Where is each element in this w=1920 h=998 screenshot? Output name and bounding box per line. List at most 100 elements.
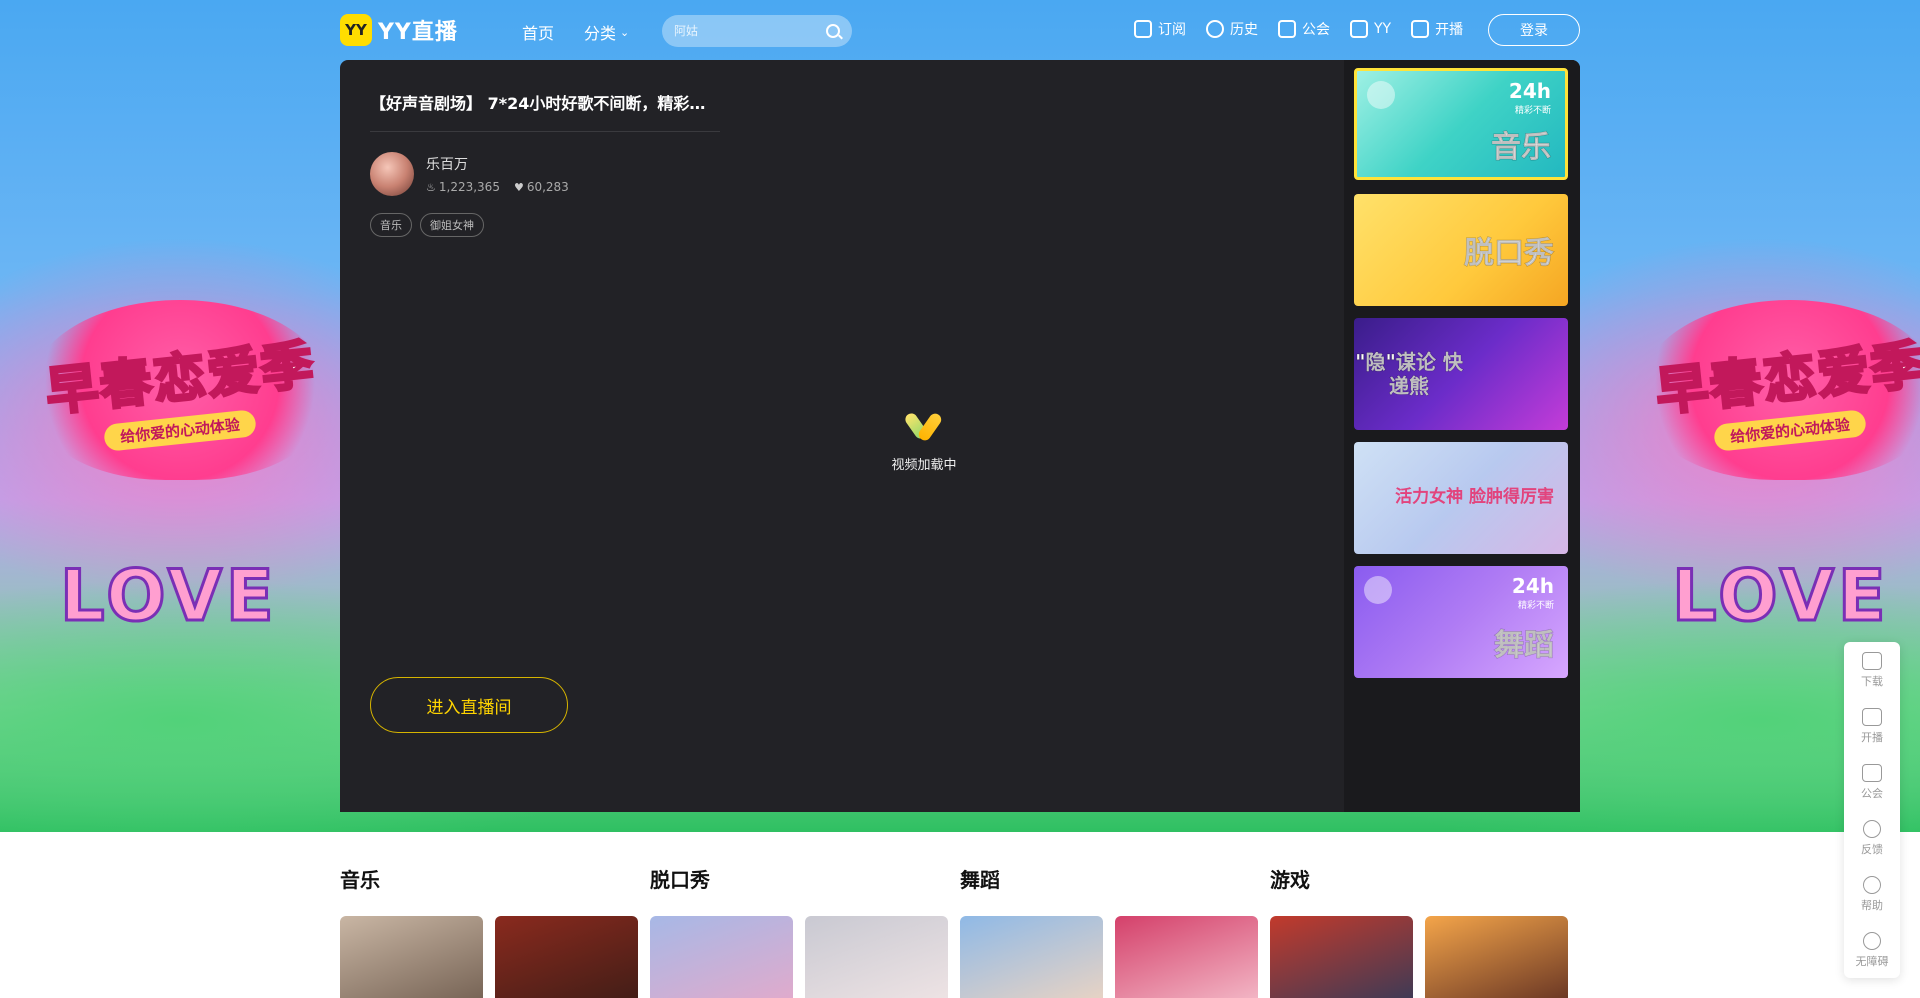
nav-home[interactable]: 首页 — [522, 20, 554, 44]
tag[interactable]: 御姐女神 — [420, 213, 484, 237]
menu-label: 订阅 — [1158, 22, 1186, 38]
thumb-label: 音乐 — [1491, 130, 1552, 166]
accessibility-icon — [1863, 932, 1881, 950]
feedback-icon — [1863, 820, 1881, 838]
player-main[interactable]: 【好声音剧场】 7*24小时好歌不间断，精彩不... 乐百万 ♨ 1,223,3… — [340, 60, 1344, 812]
category-title[interactable]: 音乐 — [340, 864, 650, 904]
menu-go-live[interactable]: 开播 — [1411, 19, 1463, 39]
menu-subscribe[interactable]: 订阅 — [1134, 19, 1186, 39]
yy-icon — [1350, 20, 1368, 38]
clock-icon — [1206, 20, 1224, 38]
enter-room-button[interactable]: 进入直播间 — [370, 677, 568, 733]
float-accessibility[interactable]: 无障碍 — [1856, 932, 1889, 978]
thumb-badge-icon — [1367, 81, 1395, 109]
float-download[interactable]: 下载 — [1861, 652, 1883, 698]
float-guild[interactable]: 公会 — [1861, 764, 1883, 810]
heat-stat: ♨ 1,223,365 — [426, 180, 500, 194]
nav-category[interactable]: 分类 ⌄ — [584, 20, 629, 44]
room-card[interactable] — [650, 916, 793, 998]
top-menu: 订阅 历史 公会 YY 开播 — [1134, 19, 1463, 39]
category-title[interactable]: 脱口秀 — [650, 864, 960, 904]
category-title[interactable]: 舞蹈 — [960, 864, 1270, 904]
menu-guild[interactable]: 公会 — [1278, 19, 1330, 39]
divider — [370, 131, 720, 132]
host-name[interactable]: 乐百万 — [426, 154, 468, 174]
search-icon[interactable] — [826, 24, 840, 38]
top-header: YY YY直播 首页 分类 ⌄ 订阅 历史 公会 YY 开播 登录 — [0, 0, 1920, 60]
card-row — [960, 916, 1270, 998]
loading-logo-icon — [904, 408, 944, 448]
room-thumbnail-music[interactable]: 24h 精彩不断 音乐 — [1354, 68, 1568, 180]
video-loading: 视频加载中 — [874, 408, 974, 473]
hero-promo-left: 早春恋爱季 给你爱的心动体验 — [30, 300, 330, 480]
logo-badge: YY — [340, 14, 372, 46]
room-card[interactable] — [1425, 916, 1568, 998]
room-thumbnail-goddess[interactable]: 活力女神 脸肿得厉害 — [1354, 442, 1568, 554]
room-stats: ♨ 1,223,365 ♥ 60,283 — [426, 180, 569, 194]
room-card[interactable] — [1115, 916, 1258, 998]
room-tags: 音乐 御姐女神 — [370, 213, 484, 237]
loading-text: 视频加载中 — [891, 458, 957, 473]
thumb-24h-sub: 精彩不断 — [1514, 106, 1551, 116]
thumb-label: 舞蹈 — [1494, 628, 1555, 664]
category-title[interactable]: 游戏 — [1270, 864, 1580, 904]
float-label: 开播 — [1861, 731, 1883, 744]
bookmark-icon — [1134, 20, 1152, 38]
menu-history[interactable]: 历史 — [1206, 19, 1258, 39]
avatar[interactable] — [370, 152, 414, 196]
room-card[interactable] — [340, 916, 483, 998]
float-label: 帮助 — [1861, 899, 1883, 912]
category-sections: 音乐 脱口秀 舞蹈 游戏 — [340, 864, 1580, 998]
thumb-24h: 24h 精彩不断 — [1512, 574, 1554, 611]
category-music: 音乐 — [340, 864, 650, 998]
card-row — [1270, 916, 1580, 998]
heart-icon: ♥ — [513, 180, 524, 194]
menu-label: 历史 — [1230, 22, 1258, 38]
camera-icon — [1862, 708, 1882, 726]
float-go-live[interactable]: 开播 — [1861, 708, 1883, 754]
room-card[interactable] — [495, 916, 638, 998]
promo-title: 早春恋爱季 — [42, 334, 320, 425]
download-icon — [1862, 652, 1882, 670]
float-label: 下载 — [1861, 675, 1883, 688]
room-thumbnail-dance[interactable]: 24h 精彩不断 舞蹈 — [1354, 566, 1568, 678]
search-box — [662, 15, 852, 47]
likes-value: 60,283 — [526, 180, 569, 194]
camera-icon — [1411, 20, 1430, 38]
room-thumbnail-talkshow[interactable]: 脱口秀 — [1354, 194, 1568, 306]
nav-category-label: 分类 — [584, 24, 617, 43]
category-dance: 舞蹈 — [960, 864, 1270, 998]
float-feedback[interactable]: 反馈 — [1861, 820, 1883, 866]
headset-icon — [1863, 876, 1881, 894]
logo-text: YY直播 — [378, 20, 458, 45]
float-label: 公会 — [1861, 787, 1883, 800]
category-talkshow: 脱口秀 — [650, 864, 960, 998]
fire-icon: ♨ — [426, 180, 436, 194]
card-row — [650, 916, 960, 998]
menu-label: 公会 — [1302, 22, 1330, 38]
login-button[interactable]: 登录 — [1488, 14, 1580, 46]
thumb-label: 脱口秀 — [1464, 236, 1555, 272]
search-input[interactable] — [674, 24, 826, 38]
hero-promo-right: 早春恋爱季 给你爱的心动体验 — [1640, 300, 1920, 480]
menu-label: YY — [1374, 21, 1392, 37]
thumb-label: 活力女神 脸肿得厉害 — [1395, 487, 1554, 508]
site-logo[interactable]: YY YY直播 — [340, 14, 458, 46]
menu-yy[interactable]: YY — [1350, 20, 1391, 38]
float-help[interactable]: 帮助 — [1861, 876, 1883, 922]
thumb-24h-value: 24h — [1511, 574, 1554, 598]
room-card[interactable] — [805, 916, 948, 998]
room-thumbnail-express-bear[interactable]: "隐"谋论 快递熊 — [1354, 318, 1568, 430]
category-game: 游戏 — [1270, 864, 1580, 998]
room-thumbnail-list: 24h 精彩不断 音乐 脱口秀 "隐"谋论 快递熊 活力女神 脸肿得厉害 24h 精… — [1344, 60, 1580, 812]
live-player-panel: 【好声音剧场】 7*24小时好歌不间断，精彩不... 乐百万 ♨ 1,223,3… — [340, 60, 1580, 812]
tag[interactable]: 音乐 — [370, 213, 412, 237]
thumb-24h-value: 24h — [1508, 79, 1551, 103]
room-card[interactable] — [960, 916, 1103, 998]
room-card[interactable] — [1270, 916, 1413, 998]
card-row — [340, 916, 650, 998]
love-text: LOVE — [59, 554, 278, 639]
shield-icon — [1278, 20, 1296, 38]
likes-stat: ♥ 60,283 — [514, 180, 569, 194]
love-text: LOVE — [1671, 554, 1890, 639]
